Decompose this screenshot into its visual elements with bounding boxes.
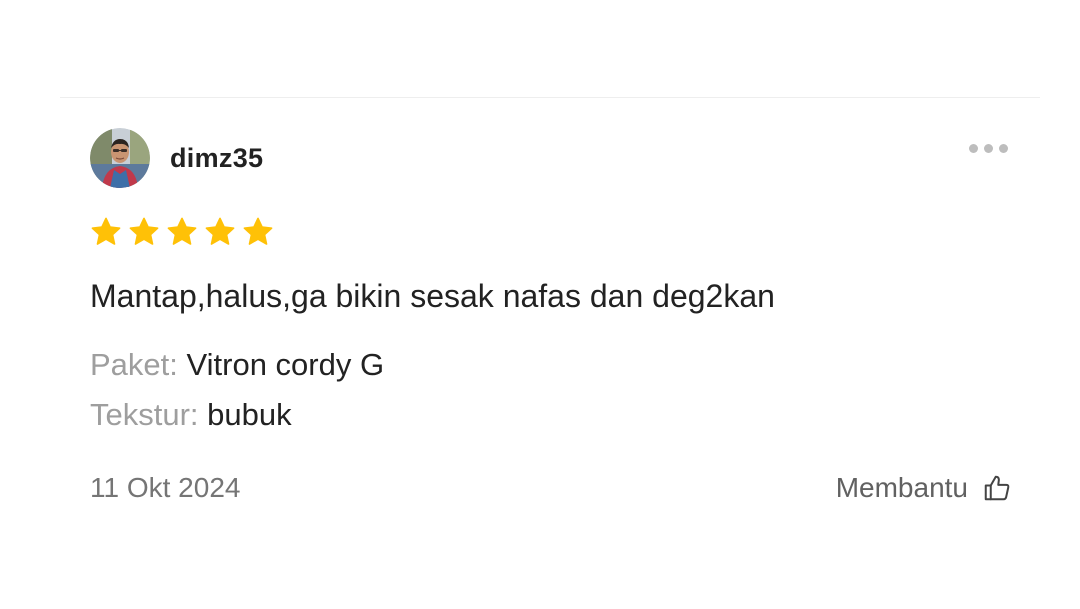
star-rating — [90, 216, 1010, 248]
variant-row: Tekstur: bubuk — [90, 390, 1010, 440]
variant-value: Vitron cordy G — [186, 347, 385, 382]
variant-value: bubuk — [207, 397, 292, 432]
review-date: 11 Okt 2024 — [90, 472, 241, 503]
review-card: dimz35 Mantap,halus,ga bikin sesak nafas… — [90, 128, 1010, 503]
review-page: dimz35 Mantap,halus,ga bikin sesak nafas… — [0, 0, 1080, 609]
thumbs-up-icon — [982, 473, 1012, 503]
helpful-button[interactable]: Membantu — [836, 472, 1012, 504]
star-icon — [166, 216, 198, 248]
helpful-label: Membantu — [835, 472, 968, 503]
more-icon-dot — [968, 143, 978, 153]
more-icon-dot — [998, 143, 1008, 153]
review-footer: 11 Okt 2024 Membantu — [90, 468, 1010, 508]
star-icon — [204, 216, 236, 248]
top-divider — [60, 97, 1040, 98]
more-icon-dot — [983, 143, 993, 153]
star-icon — [128, 216, 160, 248]
avatar[interactable] — [90, 128, 150, 188]
review-text: Mantap,halus,ga bikin sesak nafas dan de… — [90, 278, 775, 314]
variant-label: Paket: — [90, 347, 178, 382]
star-icon — [242, 216, 274, 248]
variant-row: Paket: Vitron cordy G — [90, 340, 1010, 390]
star-icon — [90, 216, 122, 248]
variant-info: Paket: Vitron cordy G Tekstur: bubuk — [90, 340, 1010, 440]
more-options-button[interactable] — [966, 138, 1010, 158]
review-header: dimz35 — [90, 128, 1010, 188]
variant-label: Tekstur: — [90, 397, 199, 432]
username[interactable]: dimz35 — [170, 143, 263, 174]
